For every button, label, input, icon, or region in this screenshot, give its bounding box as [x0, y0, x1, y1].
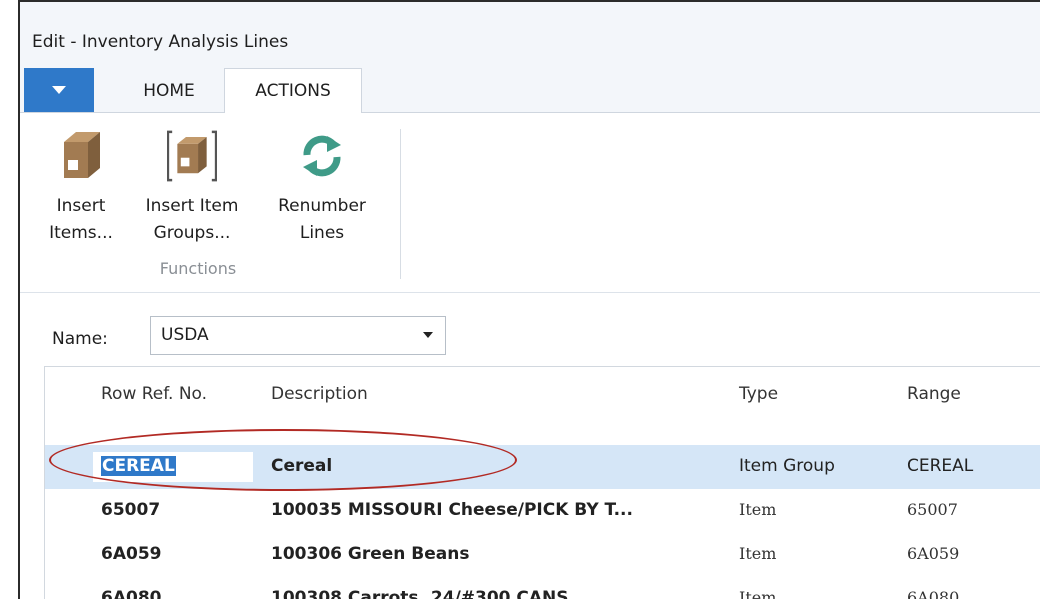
tab-home[interactable]: HOME: [114, 68, 224, 113]
ribbon-group-divider: [400, 129, 401, 279]
row-ref-cell[interactable]: CEREAL: [101, 456, 176, 476]
range-cell[interactable]: 6A059: [907, 544, 959, 563]
insert-items-button[interactable]: Insert Items...: [44, 125, 118, 247]
insert-items-label-2: Items...: [49, 223, 113, 243]
column-header-row-ref[interactable]: Row Ref. No.: [101, 384, 207, 404]
window-title: Edit - Inventory Analysis Lines: [32, 32, 289, 52]
renumber-lines-button[interactable]: Renumber Lines: [260, 125, 384, 247]
selected-text: CEREAL: [101, 456, 176, 476]
title-bar: Edit - Inventory Analysis Lines: [20, 2, 1040, 66]
table-row[interactable]: 6A080 100308 Carrots, 24/#300 CANS Item …: [45, 577, 1040, 599]
column-header-type[interactable]: Type: [739, 384, 778, 404]
row-ref-cell[interactable]: 6A080: [101, 588, 161, 599]
table-row[interactable]: CEREAL Cereal Item Group CEREAL: [45, 445, 1040, 489]
insert-item-groups-label-1: Insert Item: [145, 196, 239, 216]
type-cell[interactable]: Item: [739, 500, 776, 519]
type-cell[interactable]: Item: [739, 588, 776, 599]
insert-item-groups-button[interactable]: Insert Item Groups...: [132, 125, 252, 247]
name-label: Name:: [52, 329, 108, 349]
analysis-lines-grid: Row Ref. No. Description Type Range CERE…: [44, 366, 1040, 599]
name-dropdown[interactable]: USDA: [150, 316, 446, 355]
insert-items-label-1: Insert: [56, 196, 106, 216]
range-cell[interactable]: CEREAL: [907, 456, 973, 476]
refresh-icon: [297, 125, 347, 187]
tab-actions-label: ACTIONS: [255, 81, 331, 101]
row-ref-cell[interactable]: 65007: [101, 500, 160, 520]
type-cell[interactable]: Item Group: [739, 456, 835, 476]
row-ref-cell[interactable]: 6A059: [101, 544, 161, 564]
chevron-down-icon: [52, 86, 66, 94]
name-row: Name: USDA: [20, 315, 1040, 355]
name-dropdown-value: USDA: [161, 325, 209, 345]
edit-window: Edit - Inventory Analysis Lines HOME ACT…: [18, 0, 1040, 599]
functions-group-label: Functions: [159, 259, 237, 278]
type-cell[interactable]: Item: [739, 544, 776, 563]
range-cell[interactable]: 6A080: [907, 588, 959, 599]
insert-item-groups-label-2: Groups...: [153, 223, 231, 243]
description-cell[interactable]: 100308 Carrots, 24/#300 CANS: [271, 588, 569, 599]
column-header-range[interactable]: Range: [907, 384, 961, 404]
tab-home-label: HOME: [143, 80, 195, 101]
app-menu-button[interactable]: [24, 68, 94, 112]
ribbon-tabs: HOME ACTIONS: [20, 66, 1040, 114]
box-icon: [56, 125, 106, 187]
description-cell[interactable]: 100306 Green Beans: [271, 544, 470, 564]
table-row[interactable]: 6A059 100306 Green Beans Item 6A059: [45, 533, 1040, 577]
tab-actions[interactable]: ACTIONS: [224, 68, 362, 114]
renumber-lines-label-1: Renumber: [278, 196, 366, 216]
ribbon-actions-panel: Insert Items... Insert Item Groups... Re…: [20, 113, 1040, 293]
range-cell[interactable]: 65007: [907, 500, 958, 519]
grid-header: Row Ref. No. Description Type Range: [45, 367, 1040, 425]
column-header-description[interactable]: Description: [271, 384, 368, 404]
box-group-icon: [167, 125, 217, 187]
renumber-lines-label-2: Lines: [299, 223, 345, 243]
chevron-down-icon[interactable]: [423, 332, 433, 338]
description-cell[interactable]: 100035 MISSOURI Cheese/PICK BY T...: [271, 500, 633, 520]
table-row[interactable]: 65007 100035 MISSOURI Cheese/PICK BY T..…: [45, 489, 1040, 533]
description-cell[interactable]: Cereal: [271, 456, 332, 476]
